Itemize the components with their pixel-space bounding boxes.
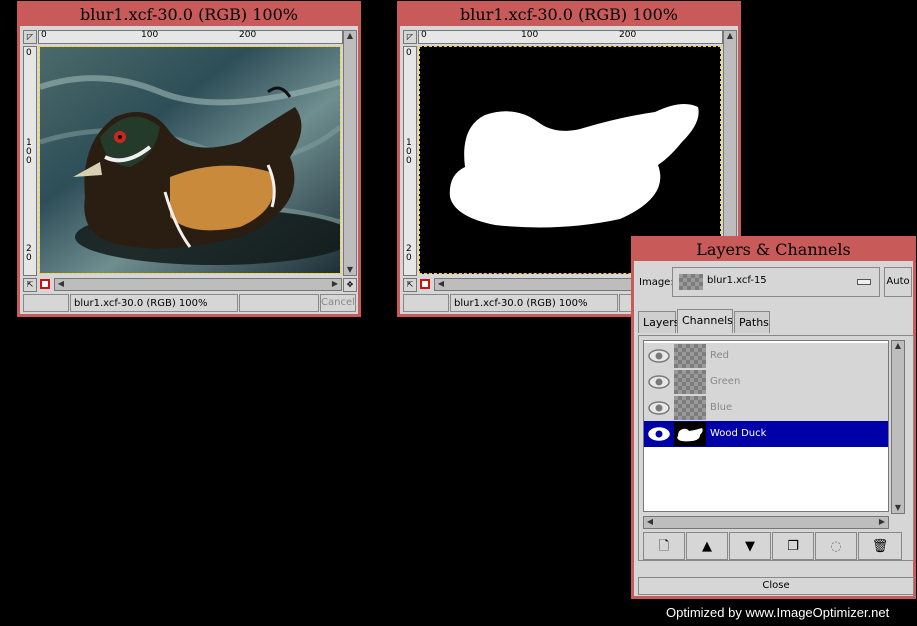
channel-thumbnail	[674, 370, 706, 394]
channel-thumbnail	[674, 422, 706, 446]
move-cross-icon[interactable]: ✥	[343, 278, 357, 292]
window-title[interactable]: blur1.xcf-30.0 (RGB) 100%	[20, 4, 358, 26]
status-text: blur1.xcf-30.0 (RGB) 100%	[450, 294, 618, 312]
navigation-icon[interactable]: ⇱	[23, 278, 37, 292]
quickmask-toggle-icon[interactable]	[420, 279, 430, 289]
scroll-down-arrow-icon[interactable]: ▼	[892, 503, 904, 513]
ruler-tick-label: 0	[26, 156, 32, 166]
progress-area	[239, 294, 319, 312]
window-body: ◸ 0 100 200 0 1 0 0 2 0 ▲ ▼ ⇱ ◀ ▶ ✥ blur…	[20, 26, 358, 314]
scroll-right-arrow-icon[interactable]: ▶	[876, 517, 888, 527]
scroll-left-arrow-icon[interactable]: ◀	[55, 279, 67, 289]
tab-paths[interactable]: Paths	[734, 311, 770, 333]
image-canvas-duck[interactable]	[39, 46, 341, 274]
dialog-body: Image: blur1.xcf-15 Auto Layers Channels…	[634, 261, 914, 596]
new-channel-icon: 🗋	[658, 539, 670, 554]
ruler-tick-label: 200	[239, 30, 257, 40]
channel-row-green[interactable]: Green	[644, 369, 888, 395]
ruler-tick-label: 100	[141, 30, 159, 40]
channel-label: Blue	[710, 402, 733, 413]
lower-icon: ▼	[745, 539, 755, 554]
watermark-text: Optimized by www.ImageOptimizer.net	[666, 605, 890, 620]
close-button[interactable]: Close	[638, 577, 914, 595]
visibility-eye-icon[interactable]	[648, 400, 670, 416]
scroll-down-arrow-icon[interactable]: ▼	[344, 265, 356, 275]
scroll-up-arrow-icon[interactable]: ▲	[724, 31, 736, 41]
image-select[interactable]: blur1.xcf-15	[672, 267, 880, 297]
ruler-tick-label: 0	[406, 156, 412, 166]
delete-channel-button[interactable]: 🗑	[858, 532, 902, 560]
tab-channels[interactable]: Channels	[677, 309, 733, 333]
ruler-tick-label: 100	[521, 30, 539, 40]
visibility-eye-icon[interactable]	[648, 374, 670, 390]
channel-thumbnail	[674, 396, 706, 420]
auto-button[interactable]: Auto	[884, 267, 912, 297]
channel-label: Wood Duck	[710, 428, 767, 439]
coordinate-display	[403, 294, 449, 312]
image-thumbnail	[679, 274, 703, 290]
visibility-eye-icon[interactable]	[648, 348, 670, 364]
horizontal-ruler[interactable]: 0 100 200	[418, 30, 723, 44]
raise-icon: ▲	[702, 539, 712, 554]
ruler-tick-label: 0	[41, 30, 47, 40]
ruler-tick-label: 0	[421, 30, 427, 40]
channel-row-blue[interactable]: Blue	[644, 395, 888, 421]
channel-toolbar: 🗋 ▲ ▼ ❐ ◌ 🗑	[643, 532, 909, 560]
ruler-tick-label: 0	[26, 253, 32, 263]
channels-panel: Red Green Blue Wood Duck ▲ ▼ ◀ ▶ 🗋 ▲ ▼ ❐…	[638, 335, 914, 561]
tab-layers[interactable]: Layers	[638, 311, 679, 333]
scroll-left-arrow-icon[interactable]: ◀	[644, 517, 656, 527]
channel-thumbnail	[674, 344, 706, 368]
delete-icon: 🗑	[871, 539, 889, 554]
channel-row-wood-duck[interactable]: Wood Duck	[644, 421, 888, 447]
layers-channels-dialog: Layers & Channels Image: blur1.xcf-15 Au…	[631, 236, 916, 599]
coordinate-display	[23, 294, 69, 312]
channel-list-vscroll[interactable]: ▲ ▼	[891, 340, 905, 514]
image-label: Image:	[639, 277, 674, 288]
vertical-scrollbar[interactable]: ▲ ▼	[343, 30, 357, 276]
channel-to-selection-icon: ◌	[830, 539, 842, 554]
channel-list-hscroll[interactable]: ◀ ▶	[643, 516, 889, 529]
navigation-icon[interactable]: ⇱	[403, 278, 417, 292]
cancel-button[interactable]: Cancel	[320, 294, 356, 312]
image-window-original: blur1.xcf-30.0 (RGB) 100% ◸ 0 100 200 0 …	[17, 1, 361, 317]
scroll-left-arrow-icon[interactable]: ◀	[435, 279, 447, 289]
raise-channel-button[interactable]: ▲	[686, 532, 728, 560]
ruler-tick-label: 0	[406, 48, 412, 58]
horizontal-ruler[interactable]: 0 100 200	[38, 30, 343, 44]
lower-channel-button[interactable]: ▼	[729, 532, 771, 560]
window-title[interactable]: blur1.xcf-30.0 (RGB) 100%	[400, 4, 738, 26]
status-text: blur1.xcf-30.0 (RGB) 100%	[70, 294, 238, 312]
vertical-ruler[interactable]: 0 1 0 0 2 0	[403, 46, 417, 276]
wood-duck-image	[40, 47, 340, 273]
dropdown-indicator-icon	[857, 279, 871, 285]
dialog-title[interactable]: Layers & Channels	[634, 239, 913, 261]
duck-mask-thumbnail	[677, 428, 703, 442]
scroll-right-arrow-icon[interactable]: ▶	[329, 279, 341, 289]
channel-list[interactable]: Red Green Blue Wood Duck	[643, 340, 889, 512]
ruler-corner[interactable]: ◸	[23, 30, 37, 44]
image-select-value: blur1.xcf-15	[707, 275, 767, 286]
scroll-up-arrow-icon[interactable]: ▲	[892, 341, 904, 351]
quickmask-toggle-icon[interactable]	[40, 279, 50, 289]
channel-row-red[interactable]: Red	[644, 343, 888, 369]
ruler-corner[interactable]: ◸	[403, 30, 417, 44]
duplicate-channel-button[interactable]: ❐	[772, 532, 814, 560]
horizontal-scrollbar[interactable]: ◀ ▶	[54, 278, 342, 291]
channel-label: Green	[710, 376, 741, 387]
duplicate-icon: ❐	[787, 539, 799, 554]
ruler-tick-label: 200	[619, 30, 637, 40]
tab-bar: Layers Channels Paths	[638, 309, 914, 335]
new-channel-button[interactable]: 🗋	[643, 532, 685, 560]
visibility-eye-icon[interactable]	[648, 426, 670, 442]
ruler-tick-label: 0	[406, 253, 412, 263]
scroll-up-arrow-icon[interactable]: ▲	[344, 31, 356, 41]
ruler-tick-label: 0	[26, 48, 32, 58]
vertical-ruler[interactable]: 0 1 0 0 2 0	[23, 46, 37, 276]
channel-to-selection-button[interactable]: ◌	[815, 532, 857, 560]
channel-label: Red	[710, 350, 729, 361]
